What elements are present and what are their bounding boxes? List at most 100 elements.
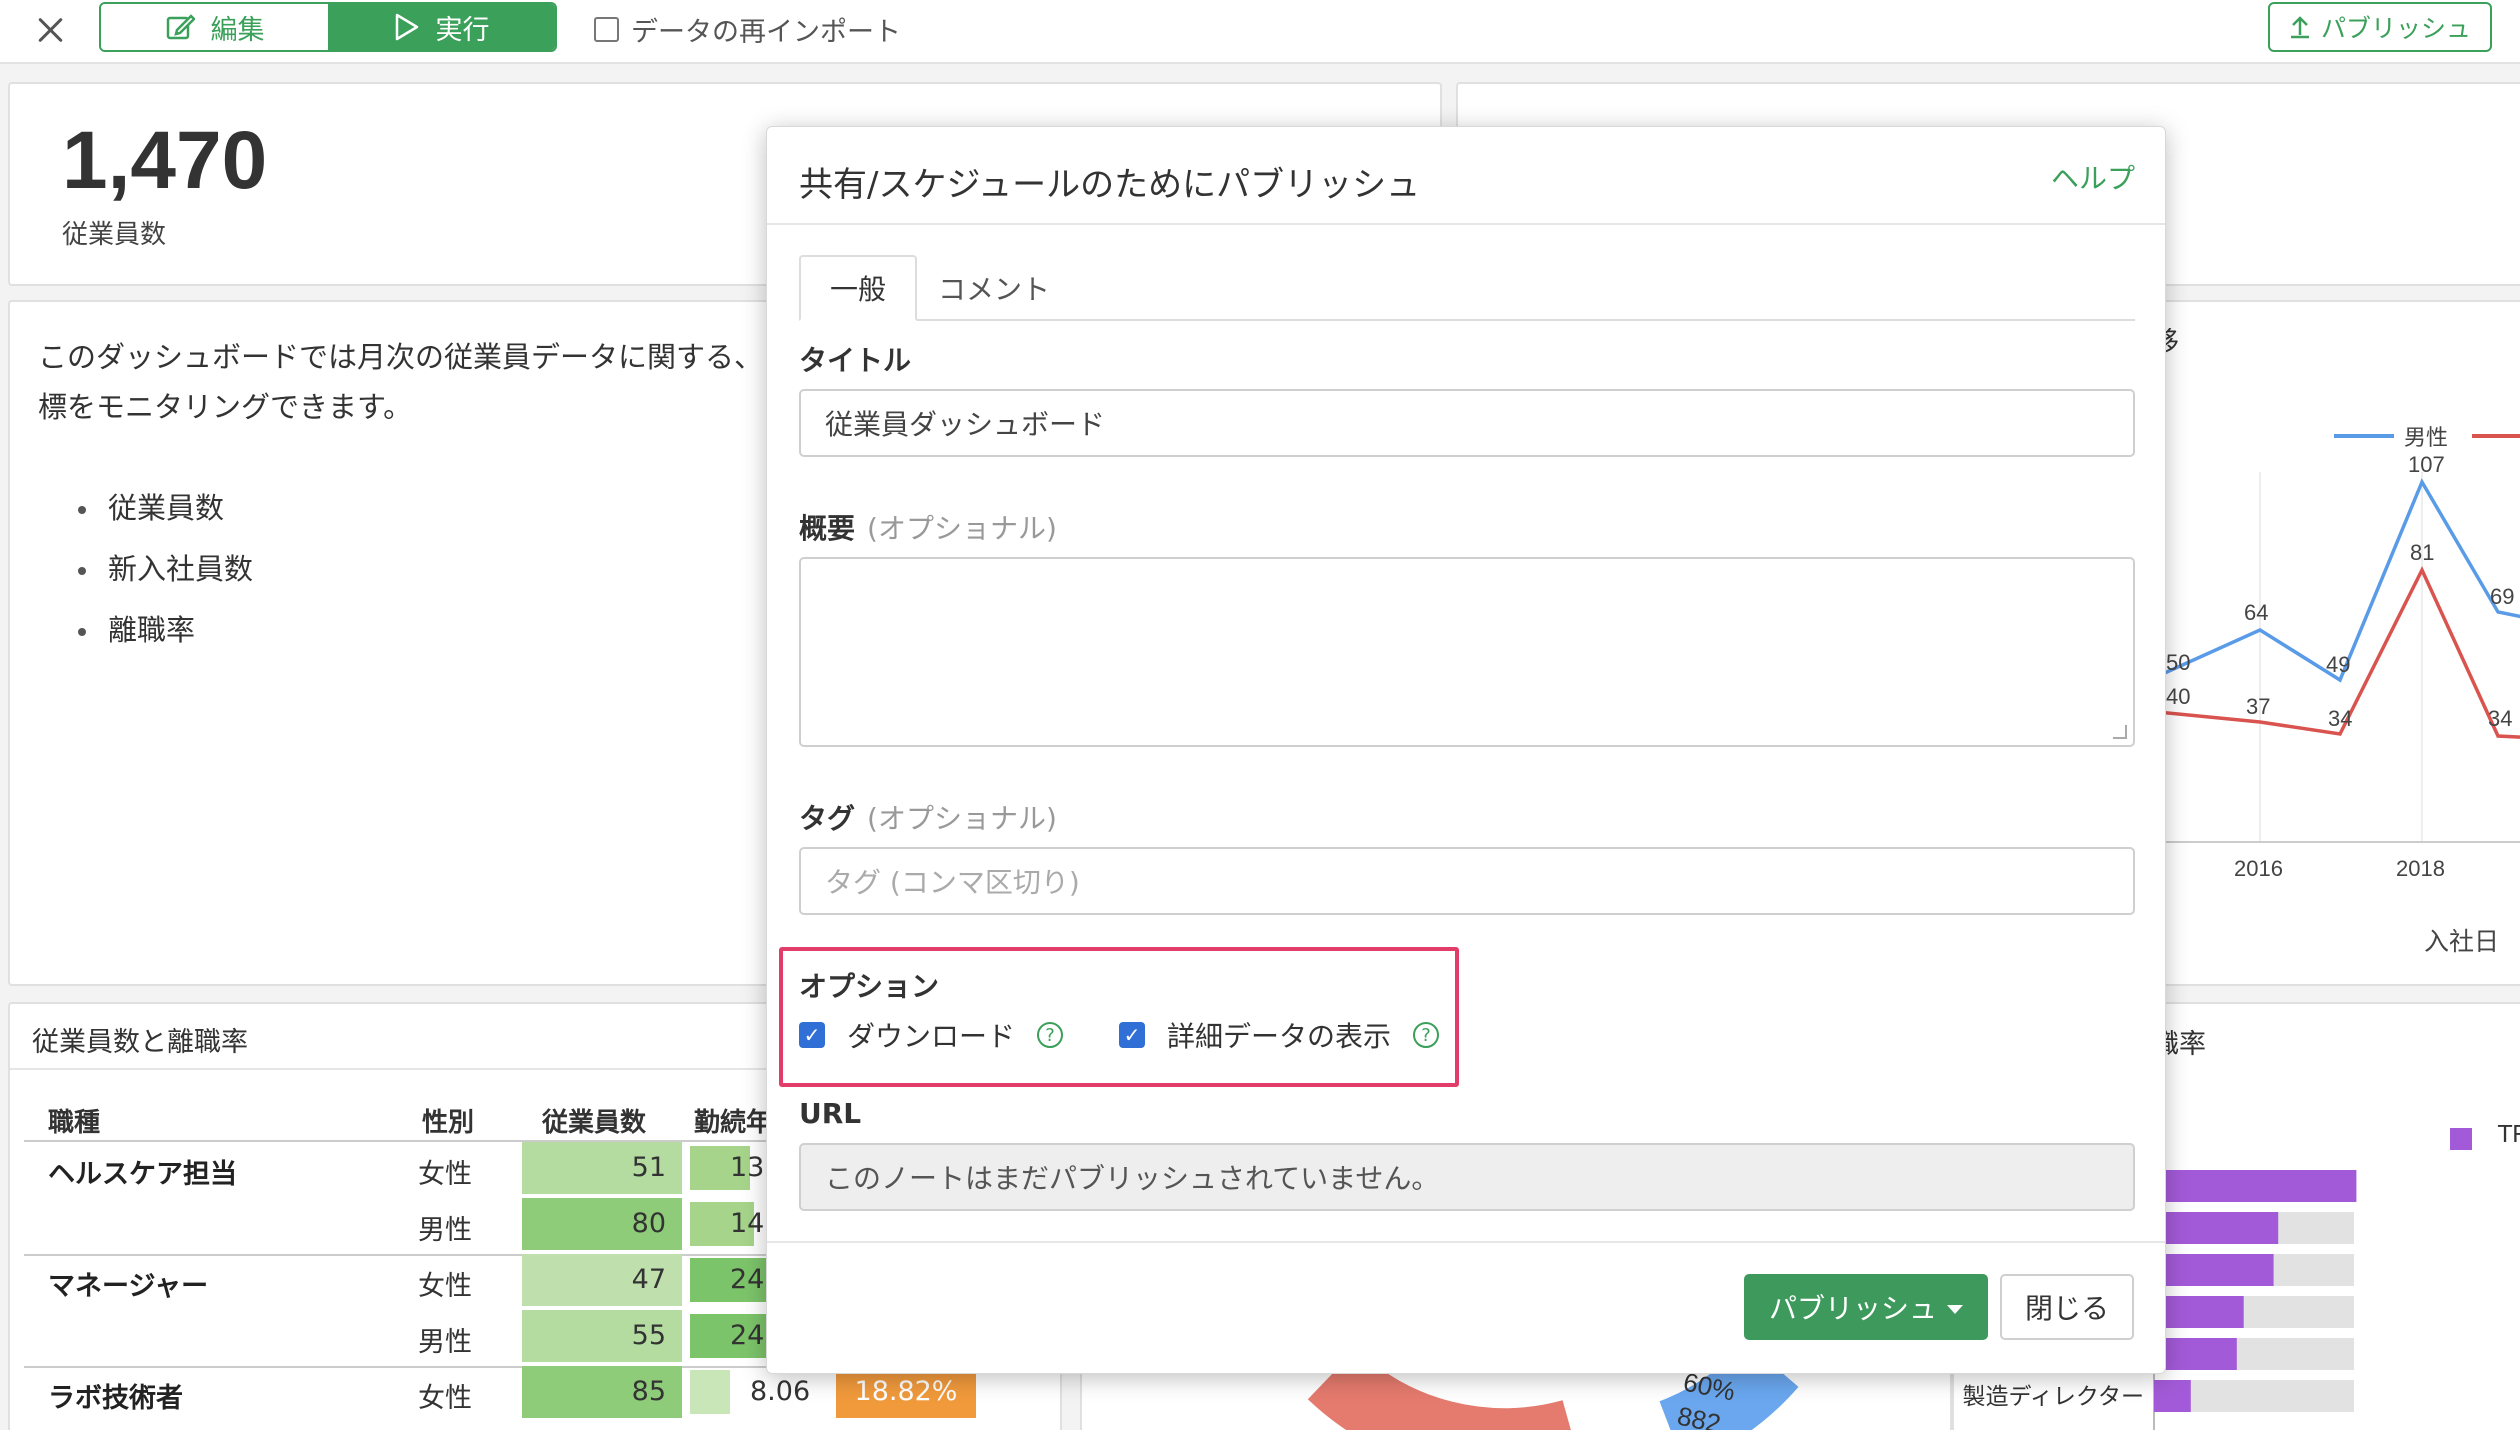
- resize-handle-icon[interactable]: [2113, 725, 2127, 739]
- url-label: URL: [799, 1097, 862, 1130]
- publish-toolbar-button[interactable]: パブリッシュ: [2268, 2, 2492, 52]
- job-cell: ヘルスケア担当: [48, 1159, 237, 1190]
- tag-label: タグ (オプショナル): [799, 797, 1057, 837]
- tenure-value: 14: [730, 1208, 765, 1239]
- reimport-label: データの再インポート: [631, 17, 901, 48]
- dialog-title: 共有/スケジュールのためにパブリッシュ: [799, 165, 1421, 205]
- data-label: 34: [2328, 706, 2352, 731]
- kpi-value: 1,470: [62, 115, 268, 206]
- description-line-2: 標をモニタリングできます。: [38, 390, 413, 424]
- data-label: 40: [2166, 684, 2190, 709]
- count-cell: 55: [522, 1310, 682, 1362]
- tenure-value: 24: [730, 1264, 765, 1295]
- close-icon[interactable]: [30, 10, 70, 50]
- count-cell: 85: [522, 1366, 682, 1418]
- column-header-count: 従業員数: [542, 1108, 647, 1138]
- detail-data-option-label: 詳細データの表示: [1167, 1020, 1392, 1053]
- pencil-icon: [166, 14, 195, 40]
- data-label: 50: [2166, 650, 2190, 675]
- download-option-label: ダウンロード: [847, 1020, 1016, 1053]
- tag-optional-hint: (オプショナル): [867, 802, 1057, 835]
- help-link[interactable]: ヘルプ: [2051, 157, 2135, 197]
- data-label: 64: [2244, 600, 2268, 625]
- description-line-1: このダッシュボードでは月次の従業員データに関する、: [38, 340, 764, 374]
- job-cell: マネージャー: [48, 1271, 209, 1302]
- list-item: 従業員数: [78, 478, 253, 539]
- publish-button-label: パブリッシュ: [1768, 1292, 1937, 1325]
- list-item: 新入社員数: [78, 539, 253, 600]
- options-label: オプション: [799, 970, 940, 1003]
- data-label: 34: [2488, 706, 2512, 731]
- bar: [2154, 1380, 2191, 1412]
- donut-slice-female: [1307, 1348, 1571, 1430]
- url-field: このノートはまだパブリッシュされていません。: [799, 1143, 2135, 1211]
- tab-comment[interactable]: コメント: [919, 255, 1069, 321]
- summary-textarea[interactable]: [799, 557, 2135, 747]
- summary-label: 概要 (オプショナル): [799, 507, 1057, 547]
- tab-divider: [917, 319, 2135, 321]
- tag-input[interactable]: タグ (コンマ区切り): [799, 847, 2135, 915]
- column-header-gender: 性別: [422, 1108, 475, 1138]
- publish-dialog: 共有/スケジュールのためにパブリッシュ ヘルプ 一般 コメント タイトル 従業員…: [766, 126, 2166, 1374]
- x-axis-label: 入社日: [2424, 928, 2499, 956]
- edit-mode-button[interactable]: 編集: [101, 4, 328, 50]
- bar: [2154, 1170, 2357, 1202]
- list-item: 離職率: [78, 600, 253, 661]
- detail-data-checkbox[interactable]: ✓: [1119, 1022, 1145, 1048]
- tab-general[interactable]: 一般: [799, 255, 917, 321]
- data-label: 107: [2408, 452, 2445, 477]
- gender-cell: 女性: [418, 1383, 472, 1414]
- data-label: 37: [2246, 694, 2270, 719]
- title-label: タイトル: [799, 344, 912, 377]
- summary-optional-hint: (オプショナル): [867, 512, 1057, 545]
- upload-icon: [2290, 16, 2309, 39]
- bar: [2154, 1296, 2244, 1328]
- download-option[interactable]: ✓ ダウンロード ?: [799, 1015, 1064, 1055]
- data-label: 81: [2410, 540, 2434, 565]
- run-mode-button[interactable]: 実行: [328, 4, 555, 50]
- title-input[interactable]: 従業員ダッシュボード: [799, 389, 2135, 457]
- chevron-down-icon: [1947, 1304, 1963, 1314]
- edit-mode-label: 編集: [210, 14, 265, 46]
- data-label: 69: [2490, 584, 2514, 609]
- x-tick-label: 2018: [2396, 856, 2445, 881]
- download-checkbox[interactable]: ✓: [799, 1022, 825, 1048]
- dialog-footer-divider: [767, 1241, 2165, 1243]
- kpi-bullet-list: 従業員数 新入社員数 離職率: [78, 478, 253, 661]
- detail-data-option[interactable]: ✓ 詳細データの表示 ?: [1119, 1015, 1440, 1055]
- count-cell: 80: [522, 1198, 682, 1250]
- gender-cell: 女性: [418, 1271, 472, 1302]
- reimport-checkbox[interactable]: データの再インポート: [594, 10, 901, 49]
- bar: [2154, 1338, 2237, 1370]
- bar-category-label: 製造ディレクター: [1963, 1384, 2144, 1410]
- reimport-checkbox-box[interactable]: [594, 17, 619, 42]
- detail-data-help-icon[interactable]: ?: [1413, 1022, 1440, 1048]
- gender-cell: 女性: [418, 1159, 472, 1190]
- count-cell: 47: [522, 1254, 682, 1306]
- run-mode-label: 実行: [435, 14, 490, 46]
- mode-switch: 編集 実行: [99, 2, 557, 52]
- description-text: このダッシュボードでは月次の従業員データに関する、 標をモニタリングできます。: [38, 332, 778, 432]
- tag-label-text: タグ: [799, 802, 856, 835]
- count-cell: 51: [522, 1142, 682, 1194]
- tenure-value: 24: [730, 1320, 765, 1351]
- bar: [2154, 1212, 2279, 1244]
- summary-label-text: 概要: [799, 512, 856, 545]
- legend-male-label: 男性: [2404, 425, 2448, 450]
- x-tick-label: 2016: [2234, 856, 2283, 881]
- gender-cell: 男性: [418, 1215, 472, 1246]
- tenure-value: 13: [730, 1152, 765, 1183]
- dialog-header-divider: [767, 223, 2165, 225]
- download-help-icon[interactable]: ?: [1037, 1022, 1064, 1048]
- top-toolbar: 編集 実行 データの再インポート パブリッシュ: [0, 0, 2520, 64]
- job-cell: ラボ技術者: [48, 1383, 183, 1414]
- data-label: 49: [2326, 652, 2350, 677]
- gender-cell: 男性: [418, 1327, 472, 1358]
- column-header-tenure: 勤続年: [694, 1108, 773, 1138]
- close-button[interactable]: 閉じる: [2000, 1274, 2134, 1340]
- publish-button[interactable]: パブリッシュ: [1744, 1274, 1988, 1340]
- play-icon: [395, 13, 418, 41]
- table-panel-title: 従業員数と離職率: [32, 1027, 248, 1058]
- kpi-label: 従業員数: [62, 220, 167, 250]
- series-male-line: [2157, 478, 2520, 683]
